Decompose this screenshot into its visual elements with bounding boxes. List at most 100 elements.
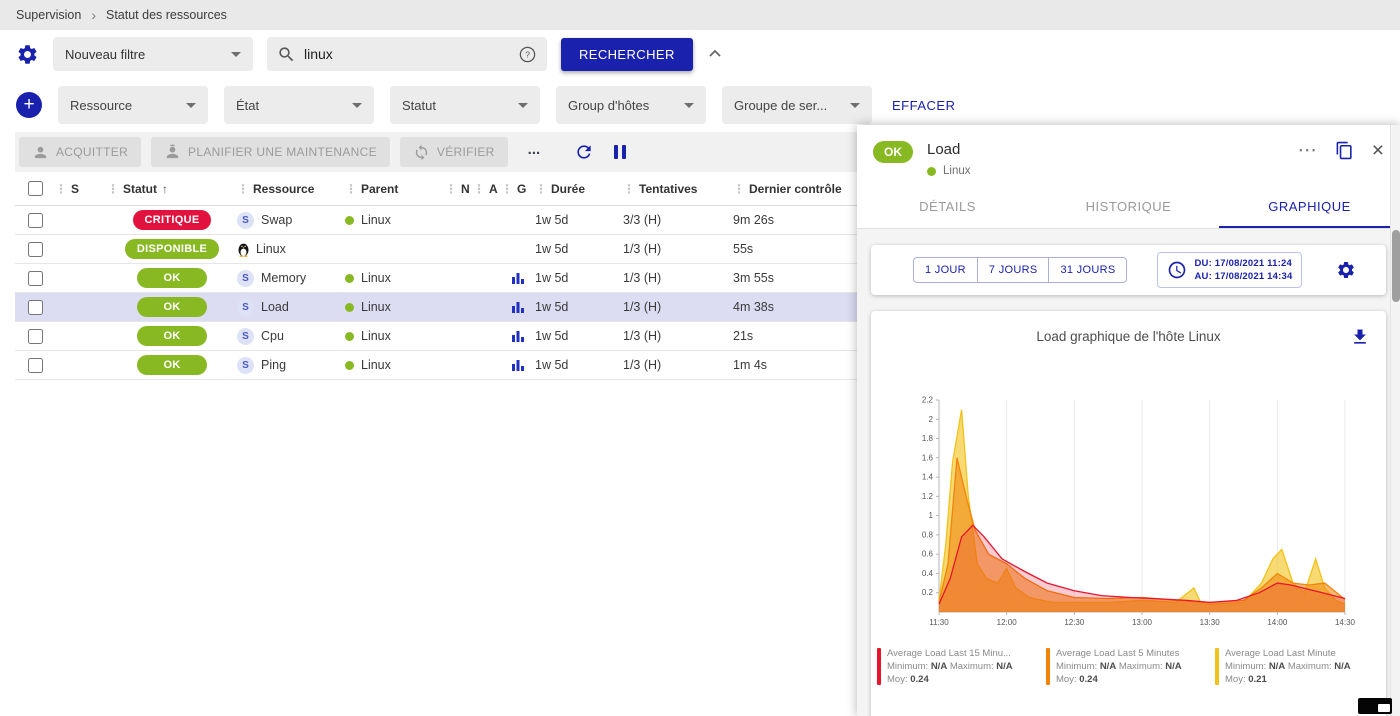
- svg-text:0.6: 0.6: [921, 550, 933, 559]
- resource-name: Load: [261, 300, 289, 314]
- copy-link-icon[interactable]: [1335, 141, 1354, 160]
- column-drag-handle[interactable]: ⋮: [345, 182, 357, 196]
- help-icon[interactable]: ?: [518, 45, 537, 64]
- column-header-8[interactable]: Tentatives: [639, 182, 697, 196]
- range-button-0[interactable]: 1 JOUR: [913, 257, 978, 283]
- clear-filters-button[interactable]: EFFACER: [892, 98, 955, 113]
- close-icon[interactable]: ×: [1372, 143, 1384, 159]
- column-drag-handle[interactable]: ⋮: [55, 182, 67, 196]
- service-icon: S: [237, 357, 254, 374]
- criteria-label: Ressource: [70, 98, 132, 113]
- column-drag-handle[interactable]: ⋮: [535, 182, 547, 196]
- column-header-4[interactable]: N: [461, 182, 470, 196]
- criteria-select-4[interactable]: Groupe de ser...: [722, 86, 872, 124]
- more-options-icon[interactable]: ⋯: [1298, 146, 1317, 156]
- maintenance-button[interactable]: PLANIFIER UNE MAINTENANCE: [151, 137, 390, 167]
- criteria-label: Groupe de ser...: [734, 98, 827, 113]
- row-checkbox[interactable]: [28, 213, 43, 228]
- refresh-icon[interactable]: [574, 142, 594, 162]
- breadcrumb-item-current: Statut des ressources: [106, 8, 227, 22]
- legend-item[interactable]: Average Load Last 5 MinutesMinimum: N/A …: [1046, 648, 1211, 685]
- column-drag-handle[interactable]: ⋮: [501, 182, 513, 196]
- criteria-select-1[interactable]: État: [224, 86, 374, 124]
- legend-average: Moy: 0.21: [1225, 674, 1351, 685]
- collapse-chevron-up-icon[interactable]: [707, 46, 723, 62]
- tries-value: 3/3 (H): [623, 213, 733, 227]
- table-row-ping[interactable]: OKSPingLinux1w 5d1/3 (H)1m 4s: [15, 351, 857, 380]
- scrollbar-thumb[interactable]: [1392, 230, 1400, 302]
- column-drag-handle[interactable]: ⋮: [445, 182, 457, 196]
- filter-preset-select[interactable]: Nouveau filtre: [53, 37, 253, 71]
- filter-preset-label: Nouveau filtre: [65, 47, 145, 62]
- range-button-1[interactable]: 7 JOURS: [978, 257, 1050, 283]
- check-button[interactable]: VÉRIFIER: [400, 137, 508, 167]
- column-header-3[interactable]: Parent: [361, 182, 398, 196]
- column-header-2[interactable]: Ressource: [253, 182, 314, 196]
- column-drag-handle[interactable]: ⋮: [623, 182, 635, 196]
- search-button[interactable]: RECHERCHER: [561, 38, 693, 71]
- column-drag-handle[interactable]: ⋮: [733, 182, 745, 196]
- search-box: ?: [267, 37, 547, 71]
- column-header-0[interactable]: S: [71, 182, 79, 196]
- parent-status-dot: [345, 303, 354, 312]
- table-row-cpu[interactable]: OKSCpuLinux1w 5d1/3 (H)21s: [15, 322, 857, 351]
- column-header-5[interactable]: A: [489, 182, 498, 196]
- column-header-9[interactable]: Dernier contrôle: [749, 182, 842, 196]
- date-range-picker[interactable]: DU: 17/08/2021 11:24 AU: 17/08/2021 14:3…: [1157, 252, 1302, 289]
- table-row-swap[interactable]: CRITIQUESSwapLinux1w 5d3/3 (H)9m 26s: [15, 206, 857, 235]
- row-checkbox[interactable]: [28, 358, 43, 373]
- more-actions-button[interactable]: ...: [518, 141, 551, 164]
- column-header-7[interactable]: Durée: [551, 182, 585, 196]
- graph-icon[interactable]: [511, 358, 525, 372]
- tab-graphique[interactable]: GRAPHIQUE: [1219, 187, 1400, 228]
- panel-tabs: DÉTAILSHISTORIQUEGRAPHIQUE: [857, 187, 1400, 229]
- add-criteria-button[interactable]: +: [16, 92, 42, 118]
- select-all-checkbox[interactable]: [28, 181, 43, 196]
- service-icon: S: [237, 299, 254, 316]
- graph-settings-gear-icon[interactable]: [1336, 260, 1356, 280]
- search-icon: [277, 45, 296, 64]
- graph-icon[interactable]: [511, 271, 525, 285]
- tries-value: 1/3 (H): [623, 271, 733, 285]
- legend-item[interactable]: Average Load Last MinuteMinimum: N/A Max…: [1215, 648, 1380, 685]
- criteria-select-0[interactable]: Ressource: [58, 86, 208, 124]
- sort-asc-icon: ↑: [162, 182, 168, 196]
- tab-details[interactable]: DÉTAILS: [857, 187, 1038, 228]
- pause-icon[interactable]: [612, 145, 628, 159]
- filter-bar: Nouveau filtre ? RECHERCHER: [0, 30, 1400, 78]
- legend-item[interactable]: Average Load Last 15 Minu... Minimum: N/A…: [877, 648, 1042, 685]
- duration-value: 1w 5d: [535, 271, 623, 285]
- pip-overlay[interactable]: [1358, 698, 1392, 714]
- row-checkbox[interactable]: [28, 300, 43, 315]
- row-checkbox[interactable]: [28, 271, 43, 286]
- table-row-load[interactable]: OKSLoadLinux1w 5d1/3 (H)4m 38s: [15, 293, 857, 322]
- tab-historique[interactable]: HISTORIQUE: [1038, 187, 1219, 228]
- criteria-select-2[interactable]: Statut: [390, 86, 540, 124]
- load-chart-svg[interactable]: 0.20.40.60.811.21.41.61.822.211:3012:001…: [903, 390, 1355, 638]
- column-drag-handle[interactable]: ⋮: [473, 182, 485, 196]
- legend-minmax: Minimum: N/A Maximum: N/A: [887, 661, 1013, 672]
- acknowledge-button[interactable]: ACQUITTER: [19, 137, 141, 167]
- filter-settings-gear-icon[interactable]: [16, 43, 39, 66]
- download-icon[interactable]: [1350, 327, 1370, 347]
- row-checkbox[interactable]: [28, 329, 43, 344]
- breadcrumb-item-supervision[interactable]: Supervision: [16, 8, 81, 22]
- graph-icon[interactable]: [511, 300, 525, 314]
- svg-text:13:00: 13:00: [1131, 618, 1152, 627]
- tries-value: 1/3 (H): [623, 329, 733, 343]
- parent-name: Linux: [361, 329, 391, 343]
- column-drag-handle[interactable]: ⋮: [107, 182, 119, 196]
- column-header-6[interactable]: G: [517, 182, 526, 196]
- column-drag-handle[interactable]: ⋮: [237, 182, 249, 196]
- legend-series-name: Average Load Last 15 Minu...: [887, 648, 1013, 659]
- row-checkbox[interactable]: [28, 242, 43, 257]
- graph-icon[interactable]: [511, 329, 525, 343]
- range-button-2[interactable]: 31 JOURS: [1049, 257, 1127, 283]
- legend-color-bar: [877, 648, 881, 685]
- table-row-memory[interactable]: OKSMemoryLinux1w 5d1/3 (H)3m 55s: [15, 264, 857, 293]
- column-header-1[interactable]: Statut: [123, 182, 157, 196]
- table-row-linux[interactable]: DISPONIBLELinux1w 5d1/3 (H)55s: [15, 235, 857, 264]
- search-input[interactable]: [304, 46, 510, 62]
- criteria-select-3[interactable]: Group d'hôtes: [556, 86, 706, 124]
- tries-value: 1/3 (H): [623, 300, 733, 314]
